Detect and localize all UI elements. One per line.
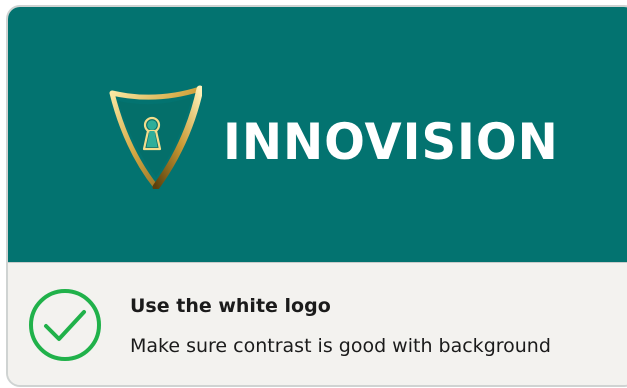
brand-wordmark: INNOVISION xyxy=(223,113,559,171)
guideline-title: Use the white logo xyxy=(130,295,331,317)
shield-keyhole-icon xyxy=(109,85,202,189)
check-circle-icon xyxy=(29,289,101,361)
logo-preview: INNOVISION xyxy=(8,7,627,263)
guideline-description: Make sure contrast is good with backgrou… xyxy=(130,335,551,357)
